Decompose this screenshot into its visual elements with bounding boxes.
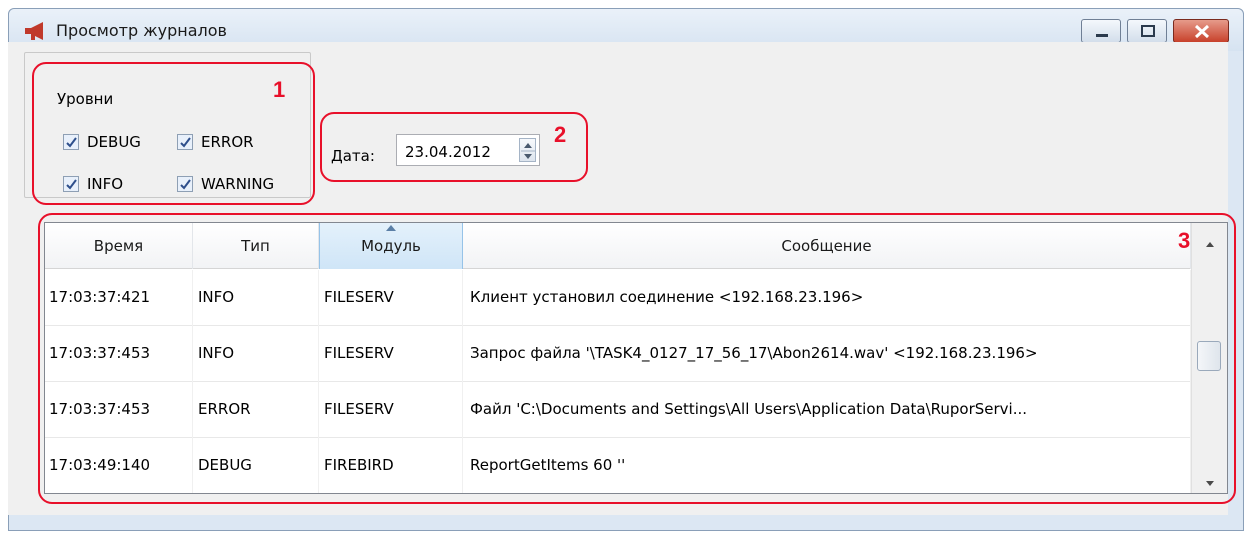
close-icon: [1194, 24, 1210, 39]
maximize-button[interactable]: [1127, 19, 1167, 43]
maximize-icon: [1141, 25, 1155, 37]
close-button[interactable]: [1173, 19, 1229, 43]
window-title: Просмотр журналов: [56, 21, 227, 40]
annotation-box-2: [320, 112, 588, 182]
annotation-label-3: 3: [1178, 228, 1191, 253]
minimize-button[interactable]: [1081, 19, 1121, 43]
annotation-label-2: 2: [554, 122, 567, 147]
annotation-box-3: [38, 213, 1236, 504]
minimize-icon: [1096, 34, 1108, 37]
annotation-label-1: 1: [273, 77, 286, 102]
megaphone-icon: [25, 22, 43, 40]
